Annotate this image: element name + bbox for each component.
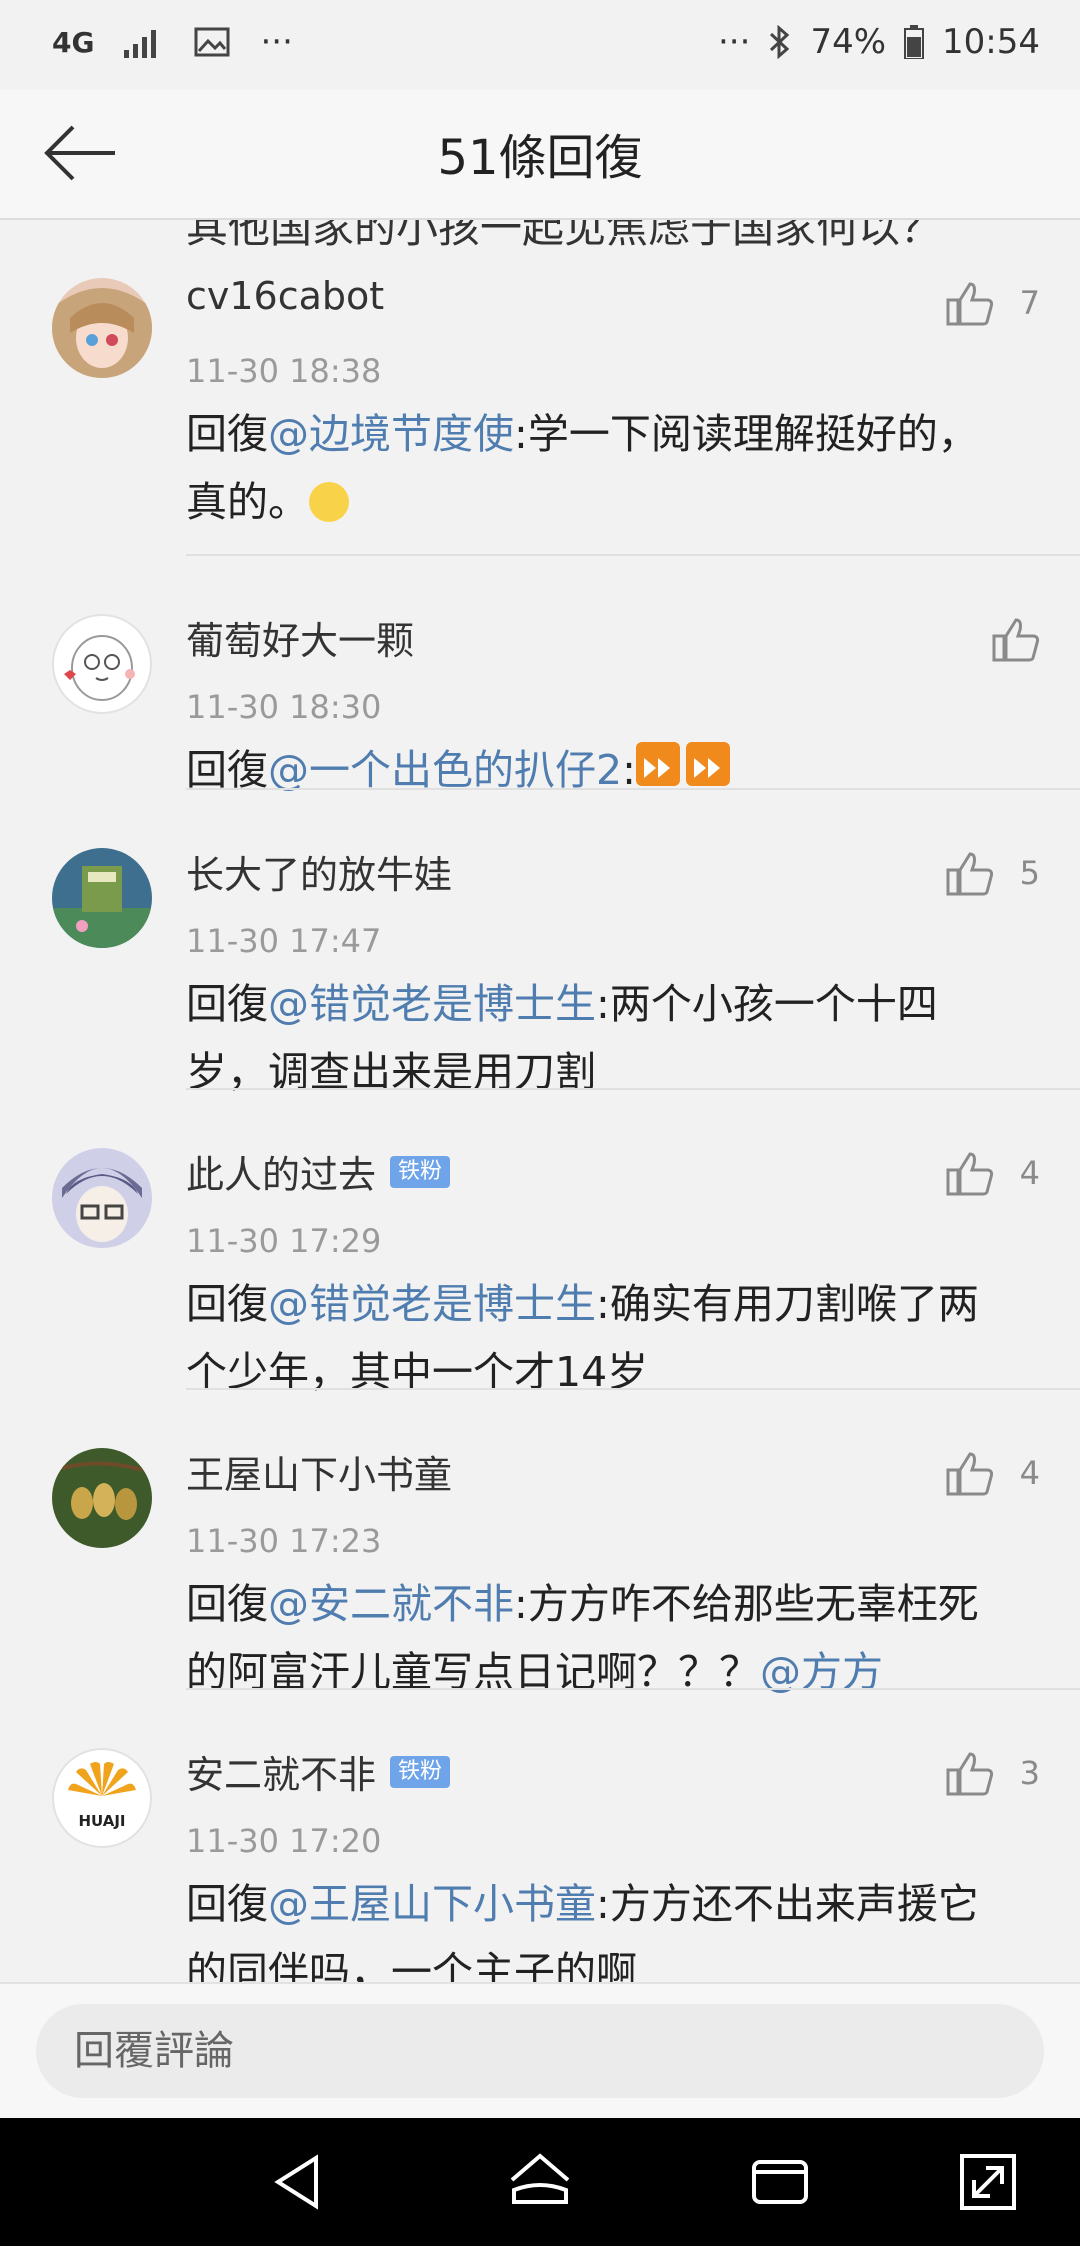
page-title: 51條回復 xyxy=(437,130,643,186)
reply-prefix: 回復 xyxy=(186,1880,268,1928)
header-bar: 51條回復 xyxy=(0,90,1080,220)
reply-text: 回復@错觉老是博士生:确实有用刀割喉了两个少年，其中一个才14岁 xyxy=(186,1270,1006,1406)
list-item: cv16cabot 11-30 18:38 7 回復@边境节度使:学一下阅读理解… xyxy=(0,220,1080,556)
username[interactable]: cv16cabot xyxy=(186,274,384,318)
mention-link[interactable]: @错觉老是博士生 xyxy=(268,980,596,1028)
battery-percent: 74% xyxy=(810,22,887,62)
nav-expand-button[interactable] xyxy=(956,2150,1020,2214)
like-button[interactable]: 5 xyxy=(946,850,1040,896)
avatar[interactable] xyxy=(52,278,152,378)
reply-prefix: 回復 xyxy=(186,1580,268,1628)
nav-recents-icon xyxy=(752,2160,808,2204)
reply-text: 回復@王屋山下小书童:方方还不出来声援它的同伴吗，一个主子的啊 xyxy=(186,1870,1006,1982)
reply-list[interactable]: 其他国家的小孩一起见焦虑于国家何以？ cv16cabot 11-30 18:38… xyxy=(0,220,1080,1982)
mention-link[interactable]: @王屋山下小书童 xyxy=(268,1880,596,1928)
reply-text: 回復@错觉老是博士生:两个小孩一个十四岁，调查出来是用刀割 xyxy=(186,970,1006,1106)
like-count: 5 xyxy=(1019,854,1040,892)
reply-prefix: 回復 xyxy=(186,746,268,794)
fan-badge: 铁粉 xyxy=(390,1155,451,1188)
timestamp: 11-30 17:20 xyxy=(186,1822,382,1860)
fast-forward-emoji-icon xyxy=(685,742,730,786)
sign-avatar-icon xyxy=(52,848,152,948)
nav-expand-icon xyxy=(960,2154,1016,2210)
reply-text: 回復@边境节度使:学一下阅读理解挺好的，真的。 xyxy=(186,400,1006,536)
nav-home-icon xyxy=(510,2153,570,2204)
signal-icon xyxy=(124,26,164,58)
image-icon xyxy=(194,27,230,57)
like-button[interactable]: 7 xyxy=(946,280,1040,326)
list-item: 王屋山下小书童 11-30 17:23 4 回復@安二就不非:方方咋不给那些无辜… xyxy=(0,1390,1080,1696)
reply-prefix: 回復 xyxy=(186,980,268,1028)
timestamp: 11-30 17:29 xyxy=(186,1222,382,1260)
reply-prefix: 回復 xyxy=(186,410,268,458)
list-item: 葡萄好大一颗 11-30 18:30 回復@一个出色的扒仔2: xyxy=(0,556,1080,794)
fan-badge: 铁粉 xyxy=(390,1755,451,1788)
thumbs-up-icon xyxy=(946,1452,993,1496)
username[interactable]: 安二就不非 xyxy=(186,1744,376,1799)
cartoon-face-avatar-icon xyxy=(64,635,135,701)
kiwi-fruit-avatar-icon xyxy=(52,1448,152,1548)
reply-prefix: 回復 xyxy=(186,1280,268,1328)
reply-body: : xyxy=(622,746,636,794)
thumbs-up-icon xyxy=(946,282,993,326)
username[interactable]: 长大了的放牛娃 xyxy=(186,844,452,899)
huaji-logo-avatar-icon: HUAJI xyxy=(68,1762,136,1830)
like-count: 3 xyxy=(1019,1754,1040,1792)
like-count: 4 xyxy=(1019,1454,1040,1492)
avatar[interactable] xyxy=(52,614,152,714)
avatar[interactable] xyxy=(52,1148,152,1248)
avatar[interactable] xyxy=(52,848,152,948)
avatar[interactable]: HUAJI xyxy=(52,1748,152,1848)
thumbs-up-icon xyxy=(992,618,1040,662)
system-nav-bar xyxy=(0,2118,1080,2246)
fast-forward-emoji-icon xyxy=(635,742,680,786)
timestamp: 11-30 18:38 xyxy=(186,352,382,390)
nav-recents-button[interactable] xyxy=(748,2150,812,2214)
mention-link[interactable]: @一个出色的扒仔2 xyxy=(268,746,622,794)
list-item: HUAJI 安二就不非 铁粉 11-30 17:20 3 回復@王屋山下小书童:方… xyxy=(0,1690,1080,1982)
timestamp: 11-30 17:23 xyxy=(186,1522,382,1560)
glasses-boy-avatar-icon xyxy=(52,1148,152,1248)
timestamp: 11-30 17:47 xyxy=(186,922,382,960)
username[interactable]: 王屋山下小书童 xyxy=(186,1444,452,1499)
nav-back-icon xyxy=(274,2154,318,2210)
timestamp: 11-30 18:30 xyxy=(186,688,382,726)
like-button[interactable]: 4 xyxy=(946,1450,1040,1496)
avatar-logo-text: HUAJI xyxy=(78,1812,125,1830)
clock: 10:54 xyxy=(942,22,1040,62)
avatar[interactable] xyxy=(52,1448,152,1548)
like-button[interactable]: 4 xyxy=(946,1150,1040,1196)
bluetooth-icon xyxy=(768,25,792,59)
like-button[interactable] xyxy=(992,616,1040,662)
username[interactable]: 葡萄好大一颗 xyxy=(186,610,414,665)
thumbs-up-icon xyxy=(946,1152,993,1196)
nav-home-button[interactable] xyxy=(508,2150,572,2214)
username[interactable]: 此人的过去 xyxy=(186,1144,376,1199)
anime-girl-avatar-icon xyxy=(52,278,152,378)
reply-input[interactable]: 回覆評論 xyxy=(36,2004,1044,2098)
mention-link[interactable]: @边境节度使 xyxy=(268,410,514,458)
mention-link[interactable]: @错觉老是博士生 xyxy=(268,1280,596,1328)
network-indicator: 4G xyxy=(52,25,95,59)
list-item: 长大了的放牛娃 11-30 17:47 5 回復@错觉老是博士生:两个小孩一个十… xyxy=(0,790,1080,1096)
mention-link[interactable]: @安二就不非 xyxy=(268,1580,514,1628)
more-dots-right: ··· xyxy=(718,22,751,62)
reply-text: 回復@安二就不非:方方咋不给那些无辜枉死的阿富汗儿童写点日记啊？？？@方方 xyxy=(186,1570,1006,1706)
nav-back-button[interactable] xyxy=(268,2150,332,2214)
status-bar: 4G ··· ··· 74% 10:54 xyxy=(0,0,1080,90)
like-count: 4 xyxy=(1019,1154,1040,1192)
battery-icon xyxy=(904,25,925,59)
smile-emoji-icon xyxy=(309,482,349,522)
reply-composer: 回覆評論 xyxy=(0,1982,1080,2118)
list-item: 此人的过去 铁粉 11-30 17:29 4 回復@错觉老是博士生:确实有用刀割喉… xyxy=(0,1090,1080,1396)
like-button[interactable]: 3 xyxy=(946,1750,1040,1796)
thumbs-up-icon xyxy=(946,852,993,896)
like-count: 7 xyxy=(1019,284,1040,322)
more-dots: ··· xyxy=(260,22,293,62)
thumbs-up-icon xyxy=(946,1752,993,1796)
